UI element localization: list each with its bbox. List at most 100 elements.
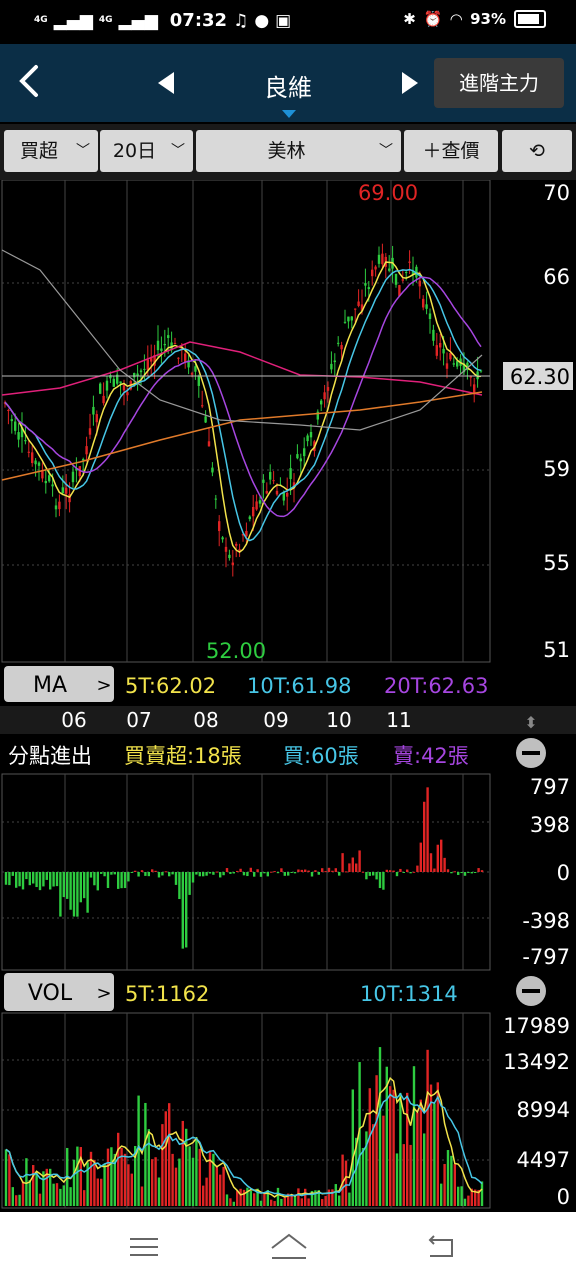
next-stock-arrow-icon[interactable] (402, 72, 418, 94)
broker-net-bars (4, 787, 484, 949)
candle-body (105, 380, 109, 391)
broker-bar (463, 872, 467, 876)
volume-bar (188, 1146, 191, 1206)
candle-body (85, 446, 88, 455)
candle-body (207, 441, 211, 447)
broker-bar (287, 872, 290, 876)
volume-bar (263, 1193, 266, 1206)
volume-bar (368, 1088, 371, 1206)
battery-percent: 93% (470, 10, 506, 28)
volume-bar (15, 1195, 18, 1206)
volume-bar (236, 1190, 239, 1206)
vol-toggle-label: VOL (28, 981, 73, 1006)
volume-bar (338, 1195, 341, 1206)
broker-bar (76, 872, 79, 917)
volume-bar (307, 1198, 310, 1206)
candle-body (255, 501, 258, 510)
signal-4g-1: 4G (34, 15, 48, 25)
home-icon[interactable] (270, 1232, 308, 1262)
broker-bar (195, 872, 198, 875)
broker-bar (385, 869, 388, 872)
stock-chart[interactable]: 69.00 52.00 62.30 70 66 59 55 51 MA > 5T… (0, 180, 576, 1210)
broker-bar (157, 872, 161, 878)
price-lookup-button[interactable]: ＋查價 (404, 130, 498, 172)
candle-body (456, 361, 459, 367)
filter-bar: 買超 ﹀ 20日 ﹀ 美林 ﹀ ＋查價 ⟲ (0, 124, 576, 180)
broker-bar (327, 867, 331, 872)
volume-bar (178, 1158, 181, 1206)
volume-bar (229, 1198, 232, 1206)
broker-bar (474, 872, 477, 873)
candle-body (58, 501, 61, 510)
volume-bar (225, 1194, 229, 1206)
menu-icon[interactable] (130, 1236, 160, 1258)
ma-line (4, 261, 482, 554)
broker-axis-tick: -398 (522, 909, 570, 933)
volume-bar (161, 1124, 164, 1206)
broker-bar (256, 869, 259, 872)
candle-body (452, 363, 455, 365)
volume-bar (144, 1102, 147, 1206)
broker-bar (202, 872, 205, 877)
candle-body (122, 385, 126, 391)
broker-bar (293, 872, 297, 874)
volume-bar (55, 1183, 59, 1206)
type-select-label: 買超 (19, 140, 58, 162)
advanced-main-force-button[interactable]: 進階主力 (434, 58, 564, 108)
volume-bar (457, 1186, 460, 1206)
back-icon[interactable] (424, 1234, 456, 1260)
current-price-value: 62.30 (510, 365, 570, 389)
low-price-label: 52.00 (206, 639, 266, 663)
broker-bar (222, 872, 225, 876)
broker-bar (276, 872, 280, 874)
volume-bar (361, 1147, 365, 1206)
candle-body (408, 261, 411, 263)
volume-bar (100, 1178, 103, 1206)
candle-body (160, 348, 163, 351)
broker-bar (249, 867, 252, 872)
volume-bar (21, 1181, 25, 1206)
volume-bar (297, 1188, 300, 1206)
volume-bar (215, 1166, 218, 1206)
panel-resize-handle-icon[interactable]: ⬍ (524, 713, 537, 732)
title-dropdown-caret-icon[interactable] (282, 110, 296, 118)
volume-bar (334, 1184, 337, 1206)
volume-bar (96, 1178, 99, 1206)
broker-bar (392, 870, 395, 872)
broker-bar (25, 872, 28, 880)
ma-line (4, 268, 482, 542)
candle-body (235, 543, 238, 546)
broker-bar (263, 872, 266, 874)
period-select-label: 20日 (112, 140, 157, 162)
broker-bar (59, 872, 62, 917)
broker-bar (106, 872, 110, 888)
candle-body (17, 432, 20, 440)
broker-bar (259, 872, 263, 877)
broker-bar (378, 872, 382, 889)
volume-bar (242, 1189, 246, 1206)
broker-bar (321, 868, 324, 872)
candle-body (320, 400, 323, 405)
broker-bar (402, 872, 405, 873)
volume-bar (222, 1166, 225, 1206)
rotate-screen-button[interactable]: ⟲ (502, 130, 572, 172)
broker-bar (123, 872, 127, 889)
broker-bar (69, 872, 72, 910)
volume-bar (460, 1186, 463, 1206)
minus-icon (522, 989, 540, 993)
broker-select[interactable]: 美林 ﹀ (196, 130, 401, 172)
period-select[interactable]: 20日 ﹀ (100, 130, 193, 172)
volume-bar (300, 1198, 303, 1206)
candle-body (377, 254, 381, 264)
volume-bar (273, 1201, 276, 1206)
volume-bar (140, 1186, 144, 1206)
volume-bar (409, 1144, 412, 1206)
candle-body (309, 432, 313, 438)
candle-body (272, 480, 275, 482)
volume-bar (423, 1133, 426, 1206)
type-select[interactable]: 買超 ﹀ (4, 130, 98, 172)
volume-bar (467, 1195, 470, 1206)
volume-bar (392, 1089, 395, 1206)
broker-bar (38, 872, 42, 891)
broker-bar (460, 872, 463, 874)
